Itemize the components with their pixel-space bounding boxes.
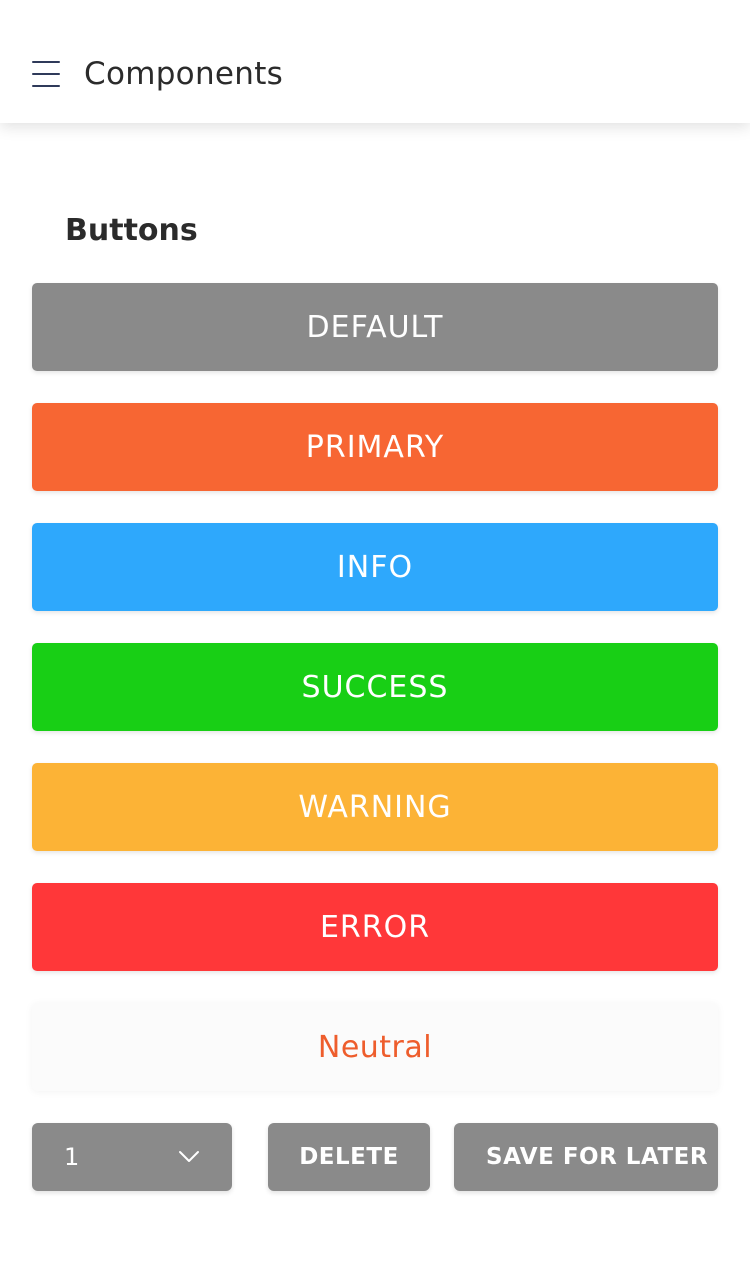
- delete-button[interactable]: DELETE: [268, 1123, 430, 1191]
- quantity-select[interactable]: 1: [32, 1123, 232, 1191]
- success-button[interactable]: SUCCESS: [32, 643, 718, 731]
- page-title: Components: [84, 56, 284, 92]
- section-title-buttons: Buttons: [65, 213, 198, 248]
- primary-button[interactable]: PRIMARY: [32, 403, 718, 491]
- app-bar: Components: [0, 0, 750, 123]
- error-button[interactable]: ERROR: [32, 883, 718, 971]
- hamburger-menu-icon[interactable]: [32, 61, 60, 87]
- default-button[interactable]: DEFAULT: [32, 283, 718, 371]
- chevron-down-icon: [179, 1151, 199, 1162]
- delete-button-label: DELETE: [299, 1144, 399, 1170]
- info-button[interactable]: INFO: [32, 523, 718, 611]
- neutral-button[interactable]: Neutral: [32, 1003, 718, 1091]
- warning-button[interactable]: WARNING: [32, 763, 718, 851]
- save-for-later-label: SAVE FOR LATER: [486, 1144, 709, 1170]
- save-for-later-button[interactable]: SAVE FOR LATER: [454, 1123, 718, 1191]
- quantity-select-value: 1: [64, 1143, 80, 1171]
